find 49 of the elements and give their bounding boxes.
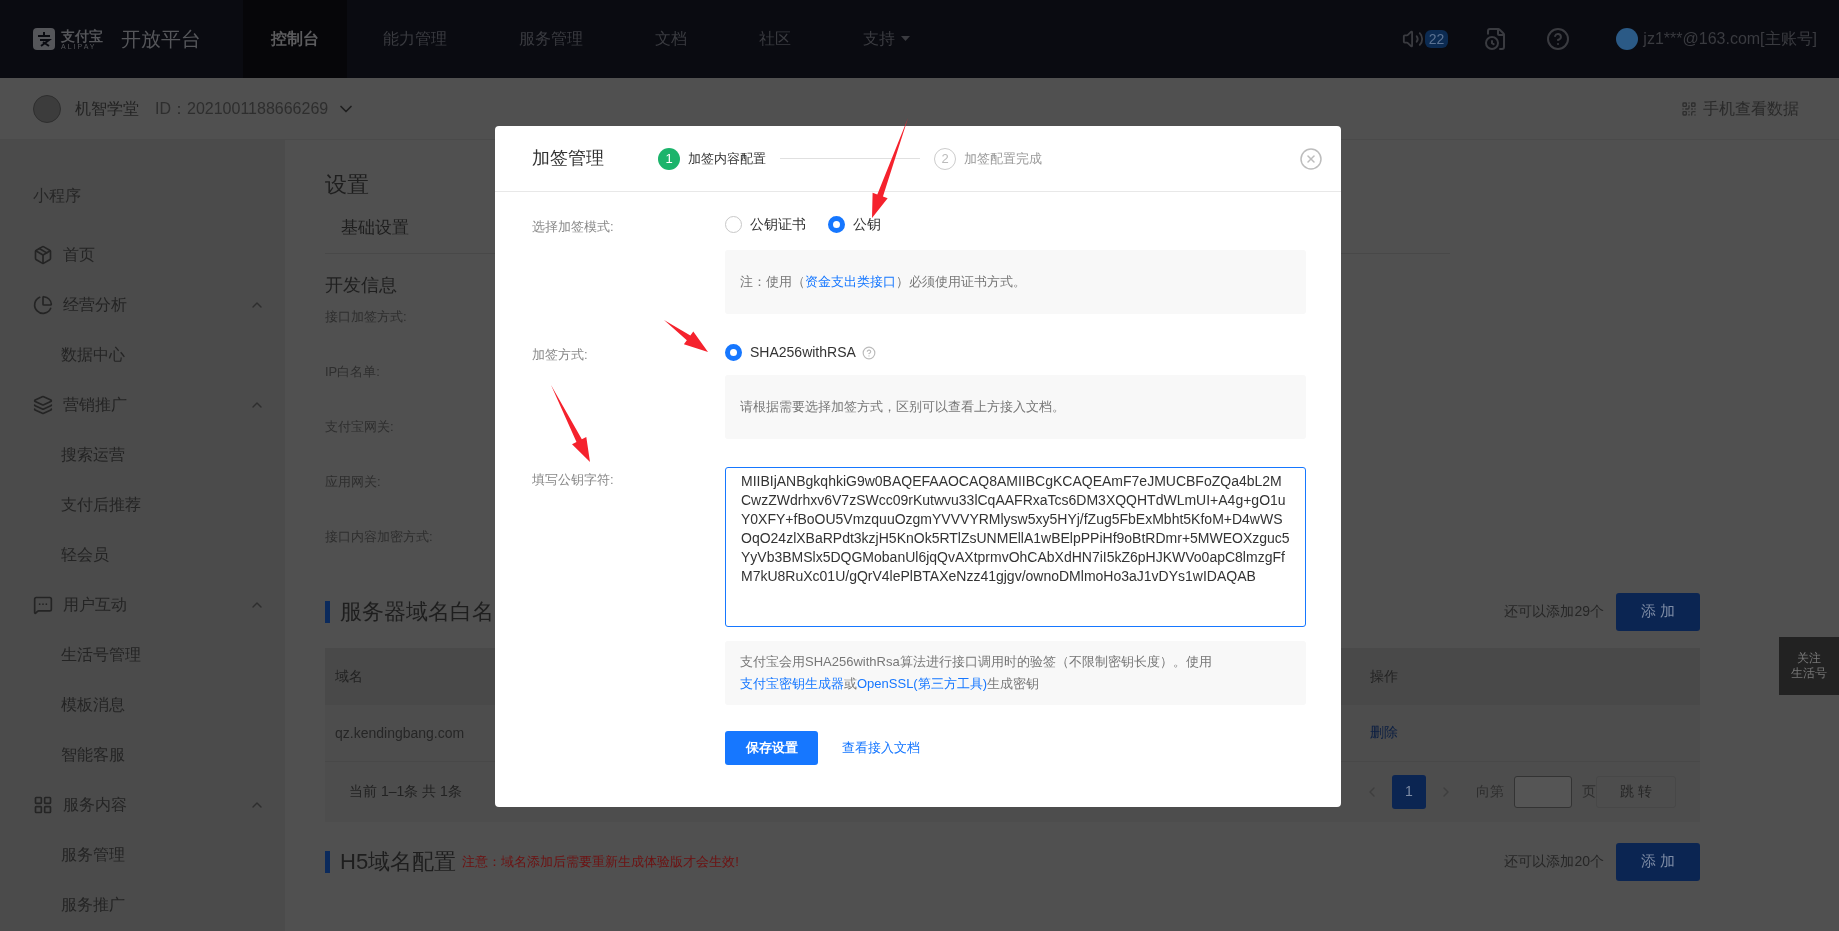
help-icon[interactable] [1546,27,1571,51]
notification-badge: 22 [1424,30,1449,48]
hint-text: 请根据需要选择加签方式，区别可以查看上方接入文档。 [740,398,1065,417]
key-generator-link[interactable]: 支付宝密钥生成器 [740,676,844,691]
step-label: 加签配置完成 [964,149,1042,168]
form-label: 填写公钥字符: [532,472,614,487]
interface-link[interactable]: 资金支出类接口 [805,274,896,290]
add-button[interactable]: 添 加 [1616,842,1700,881]
public-key-field[interactable]: MIIBIjANBgkqhkiG9w0BAQEFAAOCAQ8AMIIBCgKCAQEAmF7eJMUCBFoZQa4bL2MCwzZWdrhxv6V7zSWcc09rKutwvu33lCqAAFRxaTcs6DM3XQQHTdWLmUI+A4g+gO1uY0XFY+fBoOU5VmzquuOzgmYVVVYRMlysw5xy5HYj/fZug5FbExMbht5KfoM+D4wWSOqO24zlXBaRPdt3kzjH5KnOk5RTlZsUNMEllA1wBElpPPiHf9oBtRDmr+5MWEOXzguc5YyVb3BMSlx5DQGMobanUl6jqQvAXtprmvOhCAbXdHN7iI5kZ6pHJKWVo0apC8lmzgFfM7kU8RuXc01U/gQrV4lePlBTAXeNzz41gjgv/ownoDMlmoHo3aJ1vDYs1wIDAQAB [725,467,1306,627]
nav-item[interactable]: 控制台 [243,0,347,78]
page-button[interactable]: 1 [1392,774,1426,809]
logo-icon [33,28,55,50]
logo-text: 支付宝 [61,28,103,43]
radio-label: 公钥证书 [750,215,806,234]
follow-text[interactable]: 生活号 [1791,666,1827,681]
chat-icon [33,595,53,615]
add-button[interactable]: 添 加 [1616,592,1700,631]
follow-text[interactable]: 关注 [1797,651,1821,666]
form-label: 加签方式: [532,347,588,362]
layers-icon [33,395,53,415]
note-text: 注：使用（资金支出类接口）必须使用证书方式。 [740,273,1026,292]
qr-code-icon [1681,100,1697,117]
openssl-link[interactable]: OpenSSL(第三方工具) [857,676,988,691]
step-label: 加签内容配置 [688,149,766,168]
delete-link[interactable]: 删除 [1370,722,1398,743]
docs-link[interactable]: 查看接入文档 [842,738,920,758]
avatar-icon [1616,28,1639,50]
hint-text: 支付宝会用SHA256withRsa算法进行接口调用时的验签（不限制密钥长度）。使用 支付宝密钥生成器或OpenSSL(第三方工具)生成密钥 [740,653,1213,693]
speaker-icon[interactable] [1401,28,1424,50]
close-icon[interactable] [1299,146,1323,171]
save-button[interactable]: 保存设置 [725,731,818,765]
radio-label: SHA256withRSA [750,343,856,362]
arrow-annotation [664,320,708,352]
platform-title: 开放平台 [121,27,201,52]
app-logo-icon [33,94,61,123]
radio-label: 公钥 [853,215,881,234]
section-marker [325,600,330,623]
form-label: 选择加签模式: [532,219,614,234]
dialog-title: 加签管理 [532,147,604,170]
grid-icon [33,795,53,815]
radio-button[interactable] [828,216,845,233]
radio-button[interactable] [725,216,742,233]
cube-icon [33,245,53,265]
pie-chart-icon [33,295,53,315]
step-number: 1 [658,147,680,170]
radio-button[interactable] [725,344,742,361]
page-input[interactable] [1514,775,1572,808]
section-marker [325,850,330,873]
help-icon[interactable] [861,345,876,360]
